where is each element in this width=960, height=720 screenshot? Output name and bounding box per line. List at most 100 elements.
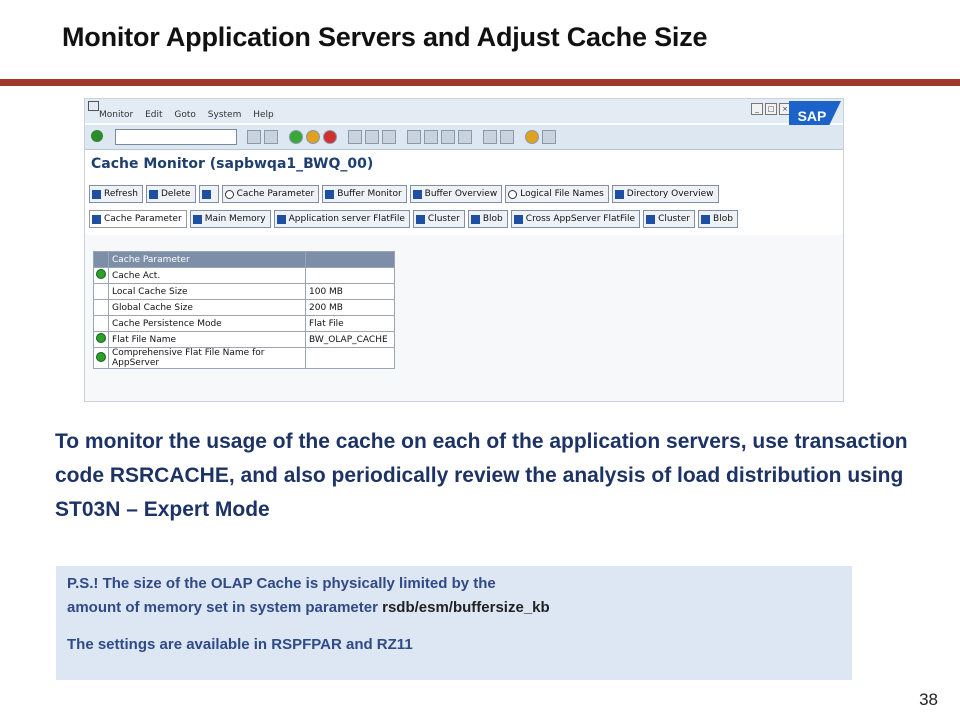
table-row[interactable]: Comprehensive Flat File Name for AppServ… — [93, 347, 395, 369]
param-label: Cache Persistence Mode — [108, 315, 306, 332]
info-icon — [276, 214, 286, 224]
refresh-button[interactable]: Refresh — [89, 185, 143, 203]
directory-overview-button[interactable]: Directory Overview — [611, 185, 719, 203]
tab-appserver-flatfile[interactable]: Application server FlatFile — [273, 210, 410, 228]
buffer-monitor-button-label: Buffer Monitor — [337, 189, 402, 199]
header-icon-cell — [93, 251, 109, 268]
directory-overview-button-label: Directory Overview — [626, 189, 714, 199]
trash-icon — [149, 189, 158, 199]
menu-monitor[interactable]: Monitor — [99, 110, 133, 120]
shortcut-icon[interactable] — [500, 130, 514, 144]
cache-parameter-button[interactable]: Cache Parameter — [221, 185, 320, 203]
layout-menu-icon[interactable] — [542, 130, 556, 144]
title-divider — [0, 79, 960, 86]
param-value: 100 MB — [305, 283, 395, 300]
cancel-icon[interactable] — [323, 130, 337, 144]
sap-standard-toolbar — [85, 125, 843, 150]
maximize-icon[interactable]: □ — [765, 103, 777, 115]
refresh-icon — [92, 189, 101, 199]
back-icon[interactable] — [289, 130, 303, 144]
info-icon — [614, 189, 624, 199]
next-page-icon[interactable] — [441, 130, 455, 144]
tab-cross-appserver-flatfile[interactable]: Cross AppServer FlatFile — [510, 210, 641, 228]
table-row[interactable]: Local Cache Size 100 MB — [93, 283, 395, 300]
tab-cross-blob-label: Blob — [713, 214, 733, 224]
param-value — [305, 267, 395, 284]
note-line-3: The settings are available in RSPFPAR an… — [67, 636, 413, 653]
back-nav-icon[interactable] — [247, 130, 261, 144]
param-label: Flat File Name — [108, 331, 306, 348]
delete-button-label: Delete — [161, 189, 191, 199]
tab-main-memory-label: Main Memory — [204, 214, 266, 224]
info-icon — [646, 214, 656, 224]
tab-cross-blob[interactable]: Blob — [698, 210, 738, 228]
menu-system[interactable]: System — [208, 110, 242, 120]
green-light-icon — [96, 269, 106, 279]
chevron-down-icon — [201, 189, 211, 199]
green-light-icon — [96, 351, 106, 362]
minimize-icon[interactable]: _ — [751, 103, 763, 115]
page-number: 38 — [919, 690, 938, 709]
menu-edit[interactable]: Edit — [145, 110, 162, 120]
param-value: BW_OLAP_CACHE — [305, 331, 395, 348]
tab-cluster-label: Cluster — [427, 214, 460, 224]
tab-cache-parameter-label: Cache Parameter — [104, 214, 182, 224]
table-header-row: Cache Parameter — [93, 251, 395, 268]
table-row[interactable]: Global Cache Size 200 MB — [93, 299, 395, 316]
param-label: Local Cache Size — [108, 283, 306, 300]
info-icon — [470, 214, 480, 224]
print-icon[interactable] — [348, 130, 362, 144]
tab-cluster[interactable]: Cluster — [412, 210, 465, 228]
menu-help[interactable]: Help — [253, 110, 274, 120]
note-box: P.S.! The size of the OLAP Cache is phys… — [56, 566, 852, 680]
tab-main-memory[interactable]: Main Memory — [189, 210, 271, 228]
menu-goto[interactable]: Goto — [174, 110, 196, 120]
buffer-overview-button[interactable]: Buffer Overview — [409, 185, 503, 203]
description-text: To monitor the usage of the cache on eac… — [55, 430, 908, 521]
tab-blob[interactable]: Blob — [467, 210, 508, 228]
delete-dropdown-button[interactable] — [198, 185, 219, 203]
param-label: Comprehensive Flat File Name for AppServ… — [108, 347, 306, 369]
find-icon[interactable] — [365, 130, 379, 144]
clock-icon — [224, 189, 234, 199]
table-row[interactable]: Cache Persistence Mode Flat File — [93, 315, 395, 332]
slide-title: Monitor Application Servers and Adjust C… — [62, 22, 708, 52]
clock-icon — [508, 189, 518, 199]
previous-page-icon[interactable] — [424, 130, 438, 144]
exit-icon[interactable] — [306, 130, 320, 144]
sap-screenshot: Monitor Edit Goto System Help _ □ × SAP — [84, 98, 844, 402]
logical-file-names-button[interactable]: Logical File Names — [505, 185, 609, 203]
info-icon — [325, 189, 335, 199]
delete-button[interactable]: Delete — [146, 185, 196, 203]
buffer-overview-button-label: Buffer Overview — [424, 189, 498, 199]
window-menu-icon[interactable] — [88, 101, 99, 111]
table-row[interactable]: Cache Act. — [93, 267, 395, 284]
param-value — [305, 347, 395, 369]
new-session-icon[interactable] — [483, 130, 497, 144]
info-icon — [92, 214, 101, 224]
sap-menu-bar: Monitor Edit Goto System Help _ □ × — [85, 99, 843, 123]
tab-cross-cluster-label: Cluster — [658, 214, 691, 224]
first-page-icon[interactable] — [407, 130, 421, 144]
find-next-icon[interactable] — [382, 130, 396, 144]
enter-check-icon[interactable] — [91, 130, 103, 142]
info-icon — [415, 214, 425, 224]
save-icon[interactable] — [264, 130, 278, 144]
cache-parameter-table: Cache Parameter Cache Act. Local Cache S… — [93, 251, 395, 369]
note-line-1: P.S.! The size of the OLAP Cache is phys… — [67, 575, 496, 592]
tab-cache-parameter[interactable]: Cache Parameter — [89, 210, 187, 228]
table-row[interactable]: Flat File Name BW_OLAP_CACHE — [93, 331, 395, 348]
last-page-icon[interactable] — [458, 130, 472, 144]
app-toolbar-row2: Cache Parameter Main Memory Application … — [89, 210, 738, 228]
note-line-2-text: amount of memory set in system parameter — [67, 599, 383, 616]
screen-title: Cache Monitor (sapbwqa1_BWQ_00) — [91, 156, 374, 172]
note-line-2: amount of memory set in system parameter… — [67, 599, 550, 616]
tab-cross-appserver-flatfile-label: Cross AppServer FlatFile — [525, 214, 636, 224]
param-label: Global Cache Size — [108, 299, 306, 316]
system-parameter-name: rsdb/esm/buffersize_kb — [382, 599, 550, 616]
help-icon[interactable] — [525, 130, 539, 144]
buffer-monitor-button[interactable]: Buffer Monitor — [322, 185, 407, 203]
green-light-icon — [96, 333, 106, 343]
command-field[interactable] — [115, 129, 237, 145]
tab-cross-cluster[interactable]: Cluster — [643, 210, 696, 228]
